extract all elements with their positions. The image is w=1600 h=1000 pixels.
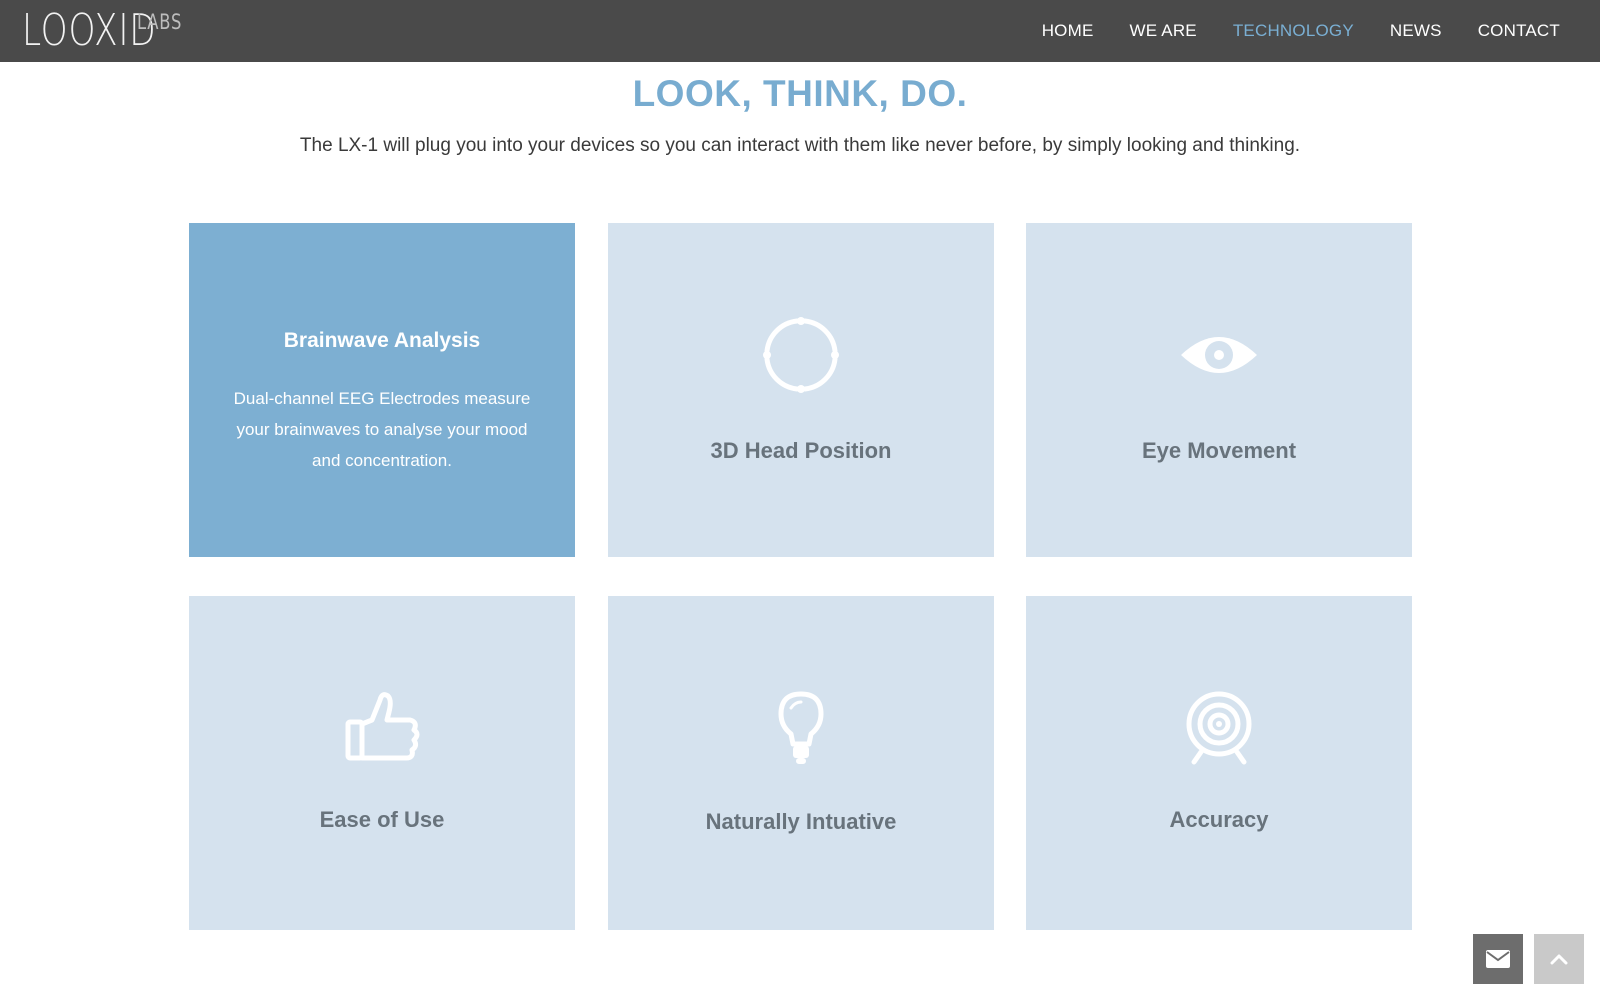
- feature-description: Dual-channel EEG Electrodes measure your…: [233, 389, 531, 470]
- feature-title: Brainwave Analysis: [283, 329, 481, 352]
- section-headline: LOOK, THINK, DO.: [632, 73, 968, 114]
- chevron-up-icon: [1550, 954, 1568, 965]
- feature-title: Ease of Use: [319, 807, 445, 832]
- nav-news[interactable]: NEWS: [1390, 21, 1442, 41]
- feature-title: 3D Head Position: [710, 438, 892, 463]
- scroll-to-top-button[interactable]: [1534, 934, 1584, 984]
- envelope-icon: [1486, 950, 1510, 968]
- feature-title: Eye Movement: [1141, 438, 1297, 463]
- lightbulb-icon: [778, 691, 824, 764]
- feature-card-brainwave-analysis[interactable]: Brainwave Analysis Dual-channel EEG Elec…: [189, 223, 575, 557]
- looxid-labs-logo[interactable]: LOOXID LABS: [22, 8, 195, 54]
- feature-title: Accuracy: [1169, 807, 1269, 832]
- main-nav: HOME WE ARE TECHNOLOGY NEWS CONTACT: [1006, 0, 1560, 62]
- eye-icon: [1181, 337, 1257, 373]
- feature-card-3d-head-position[interactable]: 3D Head Position: [608, 223, 994, 557]
- feature-title: Naturally Intuative: [705, 809, 897, 834]
- feature-card-ease-of-use[interactable]: Ease of Use: [189, 596, 575, 930]
- nav-contact[interactable]: CONTACT: [1478, 21, 1560, 41]
- target-icon: [1186, 691, 1252, 765]
- thumbs-up-icon: [345, 692, 420, 761]
- logo-subtext: LABS: [137, 10, 183, 34]
- feature-card-accuracy[interactable]: Accuracy: [1026, 596, 1412, 930]
- top-navbar: LOOXID LABS HOME WE ARE TECHNOLOGY NEWS …: [0, 0, 1600, 62]
- contact-float-button[interactable]: [1473, 934, 1523, 984]
- feature-card-eye-movement[interactable]: Eye Movement: [1026, 223, 1412, 557]
- section-subtitle: The LX-1 will plug you into your devices…: [299, 135, 1301, 156]
- rotation-circle-icon: [763, 317, 839, 393]
- logo-wordmark: LOOXID: [22, 5, 157, 56]
- nav-technology[interactable]: TECHNOLOGY: [1233, 21, 1354, 41]
- nav-we-are[interactable]: WE ARE: [1130, 21, 1197, 41]
- nav-home[interactable]: HOME: [1042, 21, 1094, 41]
- feature-card-naturally-intuative[interactable]: Naturally Intuative: [608, 596, 994, 930]
